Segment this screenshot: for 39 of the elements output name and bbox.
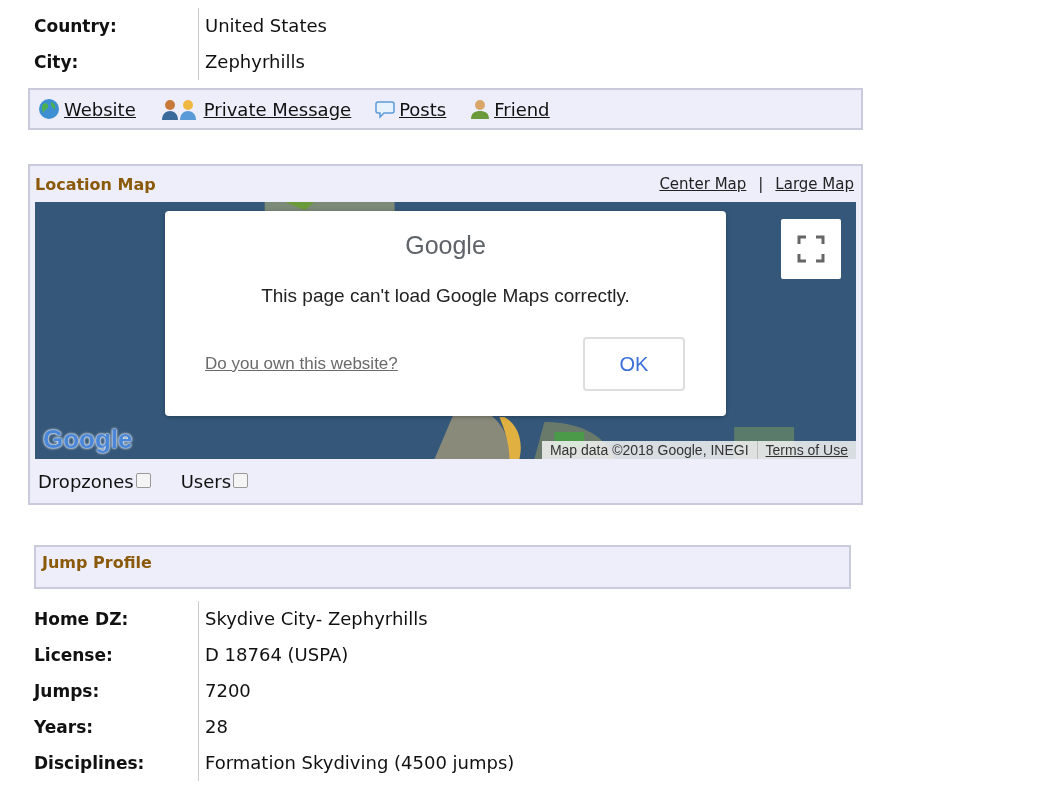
field-label: Years: (34, 716, 95, 739)
map-attribution: Map data ©2018 Google, INEGI (541, 441, 758, 459)
ok-button[interactable]: OK (583, 337, 685, 391)
field-label: License: (34, 644, 114, 667)
checkbox[interactable] (135, 472, 151, 488)
panel-title: Location Map (35, 174, 156, 194)
dialog-link[interactable]: Do you own this website? (205, 354, 398, 374)
dialog-message: This page can't load Google Maps correctly. (260, 285, 631, 307)
map-logo: Google (43, 424, 133, 455)
field-label: Jumps: (34, 680, 101, 703)
profile-link[interactable]: Friend (470, 98, 550, 120)
fullscreen-button[interactable] (781, 219, 841, 279)
filter-label: Dropzones (38, 470, 134, 492)
field-value: Skydive City- Zephyrhills (198, 601, 863, 637)
fullscreen-icon (797, 235, 825, 263)
field-value: United States (198, 8, 863, 44)
terms-link[interactable]: Terms of Use (757, 441, 856, 459)
field-label: Country: (34, 15, 118, 38)
field-value: 7200 (198, 673, 863, 709)
person-icon (470, 99, 491, 119)
field-label: Disciplines: (34, 752, 146, 775)
separator: | (758, 175, 764, 193)
profile-link[interactable]: Private Message (159, 98, 352, 120)
field-label: City: (34, 51, 80, 74)
section-title: Jump Profile (42, 553, 153, 572)
map-link[interactable]: Center Map (659, 175, 747, 193)
map-link[interactable]: Large Map (775, 175, 854, 193)
speech-bubble-icon (375, 99, 396, 119)
checkbox[interactable] (233, 472, 249, 488)
field-value: Zephyrhills (198, 44, 863, 80)
field-value: 28 (198, 709, 863, 745)
globe-icon (38, 98, 60, 120)
field-label: Home DZ: (34, 608, 130, 631)
field-value: D 18764 (USPA) (198, 637, 863, 673)
field-value: Formation Skydiving (4500 jumps) (198, 745, 863, 781)
profile-link[interactable]: Posts (375, 98, 447, 120)
dialog-logo: Google (404, 231, 487, 260)
filter-label: Users (180, 470, 232, 492)
profile-link[interactable]: Website (38, 98, 136, 120)
